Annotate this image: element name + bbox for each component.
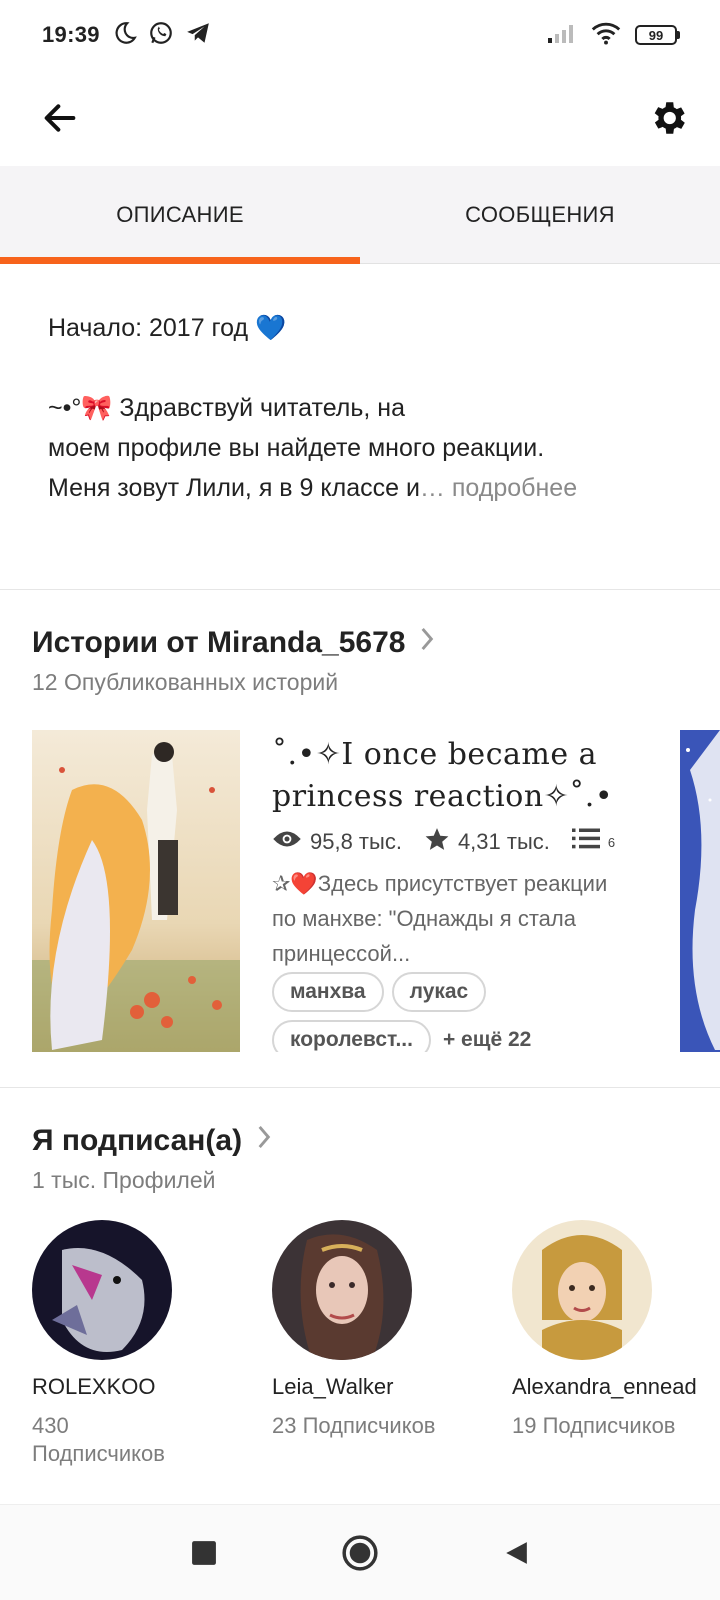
star-icon — [424, 826, 450, 858]
chevron-right-icon — [256, 1124, 272, 1158]
parts-count: 6 — [607, 834, 616, 850]
status-bar: 19:39 99 — [0, 0, 720, 70]
story-stats: 95,8 тыс. 4,31 тыс. 6 — [272, 824, 642, 860]
avatar — [32, 1220, 172, 1360]
description-line: ~•°🎀 Здравствуй читатель, на — [48, 394, 405, 422]
avatar — [512, 1220, 652, 1360]
back-arrow-icon[interactable] — [36, 94, 84, 142]
status-right-icons: 99 — [547, 21, 680, 50]
profile-followers: 430 Подписчиков — [32, 1412, 242, 1468]
wifi-icon — [591, 21, 621, 50]
status-time: 19:39 — [42, 22, 100, 47]
stories-section-title[interactable]: Истории от Miranda_5678 — [32, 626, 435, 660]
app-header — [0, 70, 720, 166]
status-left-icons — [112, 20, 212, 51]
profile-name: ROLEXKOO — [32, 1374, 156, 1399]
following-subtitle: 1 тыс. Профилей — [32, 1167, 216, 1193]
list-icon — [571, 827, 600, 857]
description-line: Меня зовут Лили, я в 9 классе и… подробн… — [48, 468, 688, 508]
recent-apps-icon[interactable] — [180, 1529, 228, 1577]
tag-chip[interactable]: манхва — [272, 972, 384, 1012]
profile-description: Начало: 2017 год 💙 ~•°🎀 Здравствуй читат… — [48, 308, 688, 508]
back-icon[interactable] — [492, 1529, 540, 1577]
description-line: Начало: 2017 год 💙 — [48, 314, 287, 342]
description-ellipsis: … — [419, 474, 452, 502]
followers-count: 23 Подписчиков — [272, 1413, 436, 1438]
followers-count: 430 — [32, 1413, 69, 1438]
story-views: 95,8 тыс. — [272, 828, 402, 856]
profile-tabs: ОПИСАНИЕ СООБЩЕНИЯ — [0, 166, 720, 264]
story-tags: манхва лукас королевст... + ещё 22 — [272, 972, 642, 1052]
eye-icon — [272, 828, 302, 856]
tag-chip[interactable]: королевст... — [272, 1020, 431, 1052]
system-nav-bar — [0, 1504, 720, 1600]
profile-followers: 23 Подписчиков — [272, 1412, 482, 1440]
following-section-title[interactable]: Я подписан(а) — [32, 1124, 272, 1158]
more-tags-link[interactable]: + ещё 22 — [443, 1028, 531, 1052]
story-parts: 6 — [571, 827, 616, 857]
profile-followers: 19 Подписчиков — [512, 1412, 720, 1440]
votes-count: 4,31 тыс. — [457, 829, 550, 854]
battery-icon: 99 — [635, 25, 680, 45]
stories-title-text: Истории от Miranda_5678 — [32, 626, 406, 659]
gear-icon[interactable] — [644, 94, 692, 142]
description-text: Меня зовут Лили, я в 9 классе и — [48, 474, 420, 502]
story-cover-image[interactable] — [32, 730, 240, 1052]
story-votes: 4,31 тыс. — [424, 826, 550, 858]
telegram-icon — [184, 20, 212, 51]
followers-count: 19 Подписчиков — [512, 1413, 676, 1438]
next-story-cover[interactable] — [680, 730, 720, 1052]
whatsapp-icon — [148, 20, 174, 51]
avatar — [272, 1220, 412, 1360]
signal-icon — [547, 22, 577, 49]
battery-level: 99 — [635, 25, 677, 45]
description-line: моем профиле вы найдете много реакции. — [48, 434, 545, 462]
tab-description[interactable]: ОПИСАНИЕ — [0, 166, 360, 264]
divider — [0, 589, 720, 590]
followers-label: Подписчиков — [32, 1441, 165, 1466]
tag-chip[interactable]: лукас — [391, 972, 487, 1012]
story-description: ✰❤️Здесь присутствует реакции по манхве:… — [272, 871, 608, 966]
profile-card[interactable]: ROLEXKOO 430 Подписчиков — [32, 1220, 242, 1468]
profile-name: Leia_Walker — [272, 1374, 394, 1399]
profile-card[interactable]: Leia_Walker 23 Подписчиков — [272, 1220, 482, 1440]
home-icon[interactable] — [336, 1529, 384, 1577]
divider — [0, 1087, 720, 1088]
moon-icon — [112, 20, 138, 51]
profile-card[interactable]: Alexandra_ennead 19 Подписчиков — [512, 1220, 720, 1440]
stories-subtitle: 12 Опубликованных историй — [32, 669, 339, 695]
story-title[interactable]: ˚.•✧I once became a princess reaction✧˚.… — [272, 734, 642, 818]
views-count: 95,8 тыс. — [310, 829, 402, 854]
following-title-text: Я подписан(а) — [32, 1124, 243, 1157]
read-more-link[interactable]: подробнее — [452, 474, 577, 502]
chevron-right-icon — [419, 626, 435, 660]
tab-messages[interactable]: СООБЩЕНИЯ — [360, 166, 720, 263]
profile-name: Alexandra_ennead — [512, 1374, 697, 1399]
